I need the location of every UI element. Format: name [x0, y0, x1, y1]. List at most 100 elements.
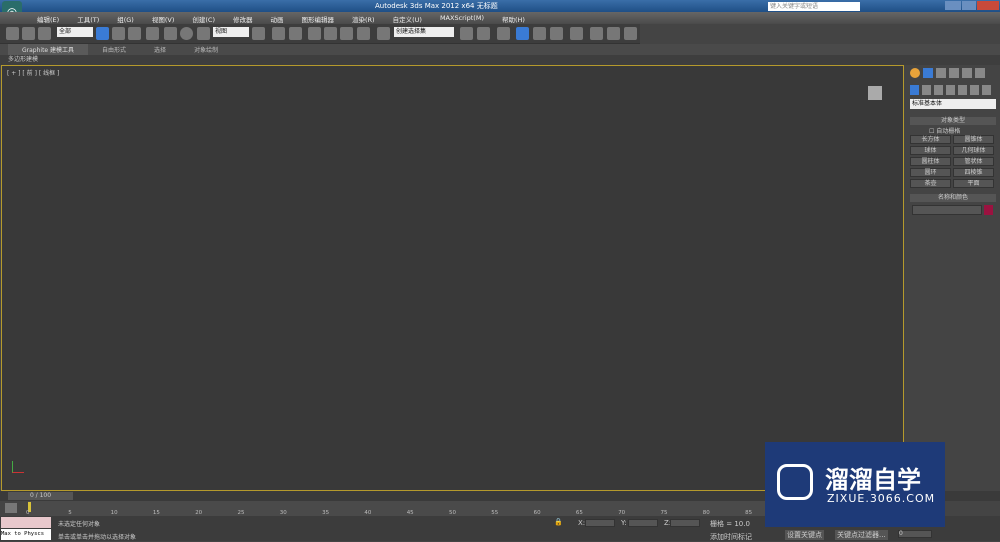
- lights-icon[interactable]: [934, 85, 943, 95]
- menu-group[interactable]: 组(G): [108, 12, 143, 24]
- menu-maxscript[interactable]: MAXScript(M): [431, 12, 493, 24]
- select-object-icon[interactable]: [96, 27, 109, 40]
- display-tab-icon[interactable]: [962, 68, 972, 78]
- category-dropdown[interactable]: 标准基本体: [910, 99, 996, 109]
- rect-region-icon[interactable]: [128, 27, 141, 40]
- modify-tab-icon[interactable]: [923, 68, 933, 78]
- ribbon-panel-polygon-modeling[interactable]: 多边形建模: [0, 55, 1000, 65]
- select-manipulate-icon[interactable]: [272, 27, 285, 40]
- snap-toggle-icon[interactable]: [308, 27, 321, 40]
- torus-button[interactable]: 圆环: [910, 168, 951, 177]
- menu-graph-editors[interactable]: 图形编辑器: [293, 12, 344, 24]
- box-button[interactable]: 长方体: [910, 135, 951, 144]
- menu-customize[interactable]: 自定义(U): [384, 12, 431, 24]
- rollout-name-color[interactable]: 名称和颜色: [910, 194, 996, 202]
- render-teapot-icon[interactable]: [624, 27, 637, 40]
- sphere-button[interactable]: 球体: [910, 146, 951, 155]
- mirror-icon[interactable]: [460, 27, 473, 40]
- watermark-url: ZIXUE.3066.COM: [827, 492, 936, 505]
- create-tab-icon[interactable]: [910, 68, 920, 78]
- minimize-button[interactable]: [945, 1, 961, 10]
- menu-edit[interactable]: 编辑(E): [28, 12, 68, 24]
- link-icon[interactable]: [6, 27, 19, 40]
- status-prompt: 未选定任何对象: [58, 521, 101, 528]
- viewcube-icon[interactable]: [868, 86, 882, 100]
- viewport-front[interactable]: [ + ] [ 前 ] [ 线框 ]: [1, 65, 904, 491]
- pivot-center-icon[interactable]: [252, 27, 265, 40]
- menu-views[interactable]: 视图(V): [143, 12, 184, 24]
- cylinder-button[interactable]: 圆柱体: [910, 157, 951, 166]
- selection-filter-dropdown[interactable]: 全部: [57, 27, 93, 37]
- time-slider[interactable]: 0 / 100: [8, 492, 73, 500]
- rollout-object-type[interactable]: 对象类型: [910, 117, 996, 125]
- lock-icon[interactable]: 🔒: [554, 518, 563, 526]
- key-filters-button[interactable]: 关键点过滤器...: [835, 530, 888, 540]
- geosphere-button[interactable]: 几何球体: [953, 146, 994, 155]
- reference-coord-dropdown[interactable]: 视图: [213, 27, 249, 37]
- unlink-icon[interactable]: [22, 27, 35, 40]
- tab-selection[interactable]: 选择: [140, 44, 180, 55]
- track-bar[interactable]: 0510152025303540455055606570758085909510…: [26, 501, 883, 516]
- tab-object-paint[interactable]: 对象绘制: [180, 44, 232, 55]
- cone-button[interactable]: 圆锥体: [953, 135, 994, 144]
- menu-tools[interactable]: 工具(T): [68, 12, 108, 24]
- spacewarps-icon[interactable]: [970, 85, 979, 95]
- angle-snap-icon[interactable]: [324, 27, 337, 40]
- maxscript-listener-top[interactable]: [1, 517, 51, 528]
- helpers-icon[interactable]: [958, 85, 967, 95]
- geometry-icon[interactable]: [910, 85, 919, 95]
- tab-graphite[interactable]: Graphite 建模工具: [8, 44, 89, 55]
- x-coord-input[interactable]: [585, 519, 615, 527]
- autogrid-checkbox[interactable]: ☐ 自动栅格: [929, 126, 960, 135]
- cameras-icon[interactable]: [946, 85, 955, 95]
- plane-button[interactable]: 平面: [953, 179, 994, 188]
- bind-space-warp-icon[interactable]: [38, 27, 51, 40]
- layer-manager-icon[interactable]: [497, 27, 510, 40]
- utilities-tab-icon[interactable]: [975, 68, 985, 78]
- menu-help[interactable]: 帮助(H): [493, 12, 534, 24]
- rendered-frame-icon[interactable]: [607, 27, 620, 40]
- percent-snap-icon[interactable]: [340, 27, 353, 40]
- tube-button[interactable]: 管状体: [953, 157, 994, 166]
- menu-modifiers[interactable]: 修改器: [224, 12, 262, 24]
- search-input[interactable]: 键入关键字或短语: [768, 2, 860, 11]
- object-color-swatch[interactable]: [984, 205, 993, 215]
- mini-curve-editor-icon[interactable]: [5, 503, 17, 513]
- rotate-icon[interactable]: [180, 27, 193, 40]
- hierarchy-tab-icon[interactable]: [936, 68, 946, 78]
- systems-icon[interactable]: [982, 85, 991, 95]
- menu-animation[interactable]: 动画: [262, 12, 293, 24]
- watermark-logo: 溜溜自学 ZIXUE.3066.COM: [765, 442, 945, 527]
- edit-named-selection-icon[interactable]: [377, 27, 390, 40]
- close-button[interactable]: [977, 1, 999, 10]
- tab-freeform[interactable]: 自由形式: [88, 44, 140, 55]
- teapot-button[interactable]: 茶壶: [910, 179, 951, 188]
- keyboard-shortcut-icon[interactable]: [289, 27, 302, 40]
- curve-editor-icon[interactable]: [533, 27, 546, 40]
- align-icon[interactable]: [477, 27, 490, 40]
- move-icon[interactable]: [164, 27, 177, 40]
- schematic-view-icon[interactable]: [550, 27, 563, 40]
- material-editor-icon[interactable]: [570, 27, 583, 40]
- current-frame-input[interactable]: 0: [898, 530, 932, 538]
- y-coord-input[interactable]: [628, 519, 658, 527]
- spinner-snap-icon[interactable]: [357, 27, 370, 40]
- motion-tab-icon[interactable]: [949, 68, 959, 78]
- viewport-label[interactable]: [ + ] [ 前 ] [ 线框 ]: [7, 68, 59, 77]
- maxscript-listener-input[interactable]: Max to Physcs: [1, 529, 51, 540]
- command-panel: 标准基本体 对象类型 ☐ 自动栅格 长方体 圆锥体 球体 几何球体 圆柱体 管状…: [907, 65, 1000, 491]
- window-crossing-icon[interactable]: [146, 27, 159, 40]
- render-setup-icon[interactable]: [590, 27, 603, 40]
- select-by-name-icon[interactable]: [112, 27, 125, 40]
- graphite-toggle-icon[interactable]: [516, 27, 529, 40]
- object-name-input[interactable]: [912, 205, 982, 215]
- maximize-button[interactable]: [962, 1, 976, 10]
- menu-create[interactable]: 创建(C): [183, 12, 224, 24]
- pyramid-button[interactable]: 四棱锥: [953, 168, 994, 177]
- shapes-icon[interactable]: [922, 85, 931, 95]
- menu-rendering[interactable]: 渲染(R): [343, 12, 384, 24]
- z-coord-input[interactable]: [670, 519, 700, 527]
- set-key-button[interactable]: 设置关键点: [785, 530, 824, 540]
- named-selection-dropdown[interactable]: 创建选择集: [394, 27, 454, 37]
- scale-icon[interactable]: [197, 27, 210, 40]
